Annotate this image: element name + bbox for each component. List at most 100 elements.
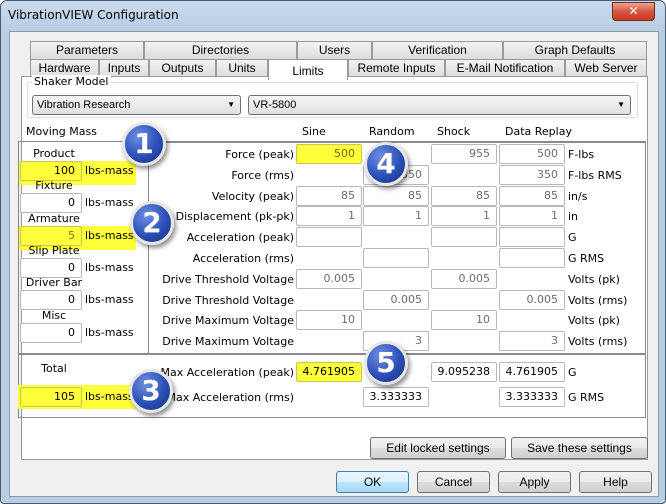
- limit-input-data-replay[interactable]: 350: [499, 164, 565, 185]
- limits-tab-panel: Shaker Model Vibration Research ▼ VR-580…: [18, 75, 648, 460]
- config-dialog: VibrationVIEW Configuration ✕ Parameters…: [0, 0, 666, 504]
- column-header-shock: Shock: [437, 125, 471, 138]
- limit-unit-label: F-lbs: [568, 148, 595, 161]
- limit-unit-label: Volts (rms): [568, 335, 628, 349]
- limit-input-data-replay[interactable]: [499, 227, 565, 248]
- limit-input-shock[interactable]: 1: [431, 206, 497, 227]
- tab-remote-inputs[interactable]: Remote Inputs: [348, 59, 445, 77]
- limit-input-random[interactable]: 85: [363, 185, 429, 206]
- max-unit-label: G: [568, 366, 577, 379]
- edit-locked-settings-button[interactable]: Edit locked settings: [370, 437, 506, 459]
- tab-users[interactable]: Users: [297, 41, 372, 59]
- mass-item-input[interactable]: 100: [20, 161, 82, 181]
- limit-input-shock[interactable]: 85: [431, 185, 497, 206]
- total-divider: [18, 353, 646, 355]
- limit-row-label: Velocity (peak): [211, 189, 294, 203]
- limit-input-shock[interactable]: 10: [431, 310, 497, 331]
- mass-item-label: Misc: [41, 308, 67, 322]
- limit-unit-label: Volts (pk): [568, 272, 620, 286]
- limit-row-label: Drive Threshold Voltage: [162, 293, 294, 307]
- callout-badge-5: 5: [364, 341, 408, 385]
- tab-graph-defaults[interactable]: Graph Defaults: [503, 41, 647, 59]
- tab-verification[interactable]: Verification: [372, 41, 503, 59]
- limit-input-sine[interactable]: 500: [296, 144, 362, 164]
- limit-input-sine[interactable]: 0.005: [296, 268, 362, 289]
- limit-input-shock[interactable]: 0.005: [431, 268, 497, 289]
- limit-input-random[interactable]: 1: [363, 206, 429, 227]
- save-these-settings-button[interactable]: Save these settings: [511, 437, 648, 459]
- tab-directories[interactable]: Directories: [144, 41, 297, 59]
- shaker-model-label: Shaker Model: [32, 75, 111, 88]
- chevron-down-icon: ▼: [617, 100, 625, 109]
- cancel-button[interactable]: Cancel: [417, 471, 490, 493]
- help-button[interactable]: Help: [579, 471, 652, 493]
- limit-input-data-replay[interactable]: 500: [499, 144, 565, 164]
- tab-outputs[interactable]: Outputs: [149, 59, 216, 77]
- total-label: Total: [41, 362, 67, 375]
- max-value-data-replay: 3.333333: [499, 387, 565, 407]
- max-value-sine: 4.761905: [296, 362, 362, 382]
- limit-unit-label: G: [568, 231, 577, 245]
- limit-input-data-replay[interactable]: 1: [499, 206, 565, 227]
- apply-button[interactable]: Apply: [498, 471, 571, 493]
- limit-input-data-replay[interactable]: 0.005: [499, 289, 565, 310]
- window-title: VibrationVIEW Configuration: [8, 8, 179, 22]
- mass-item-label: Fixture: [35, 179, 73, 193]
- limit-row-label: Drive Maximum Voltage: [162, 314, 294, 328]
- mass-item-label: Slip Plate: [28, 243, 80, 257]
- mass-item-input[interactable]: 0: [20, 193, 82, 214]
- mass-item-input[interactable]: 0: [20, 290, 82, 311]
- limit-unit-label: Volts (rms): [568, 293, 628, 307]
- limit-input-random[interactable]: [363, 248, 429, 268]
- mass-item-input[interactable]: 0: [20, 322, 82, 343]
- close-button[interactable]: ✕: [612, 2, 655, 21]
- column-header-sine: Sine: [302, 125, 326, 138]
- limit-input-data-replay[interactable]: 3: [499, 331, 565, 352]
- max-value-data-replay: 4.761905: [499, 362, 565, 382]
- mass-item-input[interactable]: 0: [20, 257, 82, 278]
- limit-input-sine[interactable]: [296, 227, 362, 248]
- max-unit-label: G RMS: [568, 391, 605, 404]
- tab-parameters[interactable]: Parameters: [30, 41, 144, 59]
- limit-row-label: Force (rms): [231, 168, 294, 182]
- callout-badge-3: 3: [129, 369, 173, 413]
- mass-item-input[interactable]: 5: [20, 225, 82, 246]
- column-header-data-replay: Data Replay: [505, 125, 572, 138]
- limit-unit-label: F-lbs RMS: [568, 168, 622, 182]
- max-value-random: 3.333333: [363, 387, 429, 407]
- limit-input-sine[interactable]: 85: [296, 185, 362, 206]
- tab-e-mail-notification[interactable]: E-Mail Notification: [445, 59, 565, 77]
- manufacturer-select[interactable]: Vibration Research ▼: [32, 95, 241, 115]
- limit-input-data-replay[interactable]: 85: [499, 185, 565, 206]
- limit-row-label: Acceleration (rms): [192, 252, 294, 265]
- tab-web-server[interactable]: Web Server: [565, 59, 647, 77]
- limit-unit-label: Volts (pk): [568, 314, 620, 328]
- close-icon: ✕: [628, 4, 639, 18]
- limit-input-shock[interactable]: [431, 227, 497, 248]
- max-value-shock: 9.095238: [431, 362, 497, 382]
- mass-box-left: [18, 141, 19, 354]
- limit-row-label: Acceleration (peak): [186, 231, 294, 245]
- column-header-random: Random: [369, 125, 415, 138]
- limits-box-right: [645, 141, 646, 418]
- limit-unit-label: G RMS: [568, 252, 605, 265]
- limit-input-sine[interactable]: 1: [296, 206, 362, 227]
- limit-unit-label: in: [568, 210, 579, 224]
- tab-limits[interactable]: Limits: [268, 59, 348, 80]
- tab-units[interactable]: Units: [216, 59, 268, 77]
- moving-mass-label: Moving Mass: [26, 125, 97, 138]
- model-select[interactable]: VR-5800 ▼: [248, 95, 631, 115]
- callout-badge-1: 1: [122, 122, 166, 166]
- mass-item-label: Product: [33, 147, 75, 160]
- limit-input-sine[interactable]: 10: [296, 310, 362, 331]
- limit-row-label: Drive Threshold Voltage: [162, 272, 294, 286]
- ok-button[interactable]: OK: [336, 471, 409, 493]
- callout-badge-4: 4: [364, 142, 408, 186]
- title-bar: VibrationVIEW Configuration ✕: [1, 1, 665, 31]
- limit-input-shock[interactable]: 955: [431, 144, 497, 164]
- limit-input-data-replay[interactable]: [499, 248, 565, 268]
- limit-input-random[interactable]: 0.005: [363, 289, 429, 310]
- max-row-label: Max Acceleration (peak): [160, 366, 294, 379]
- max-box-bottom: [18, 417, 646, 418]
- mass-item-label: Armature: [28, 211, 80, 225]
